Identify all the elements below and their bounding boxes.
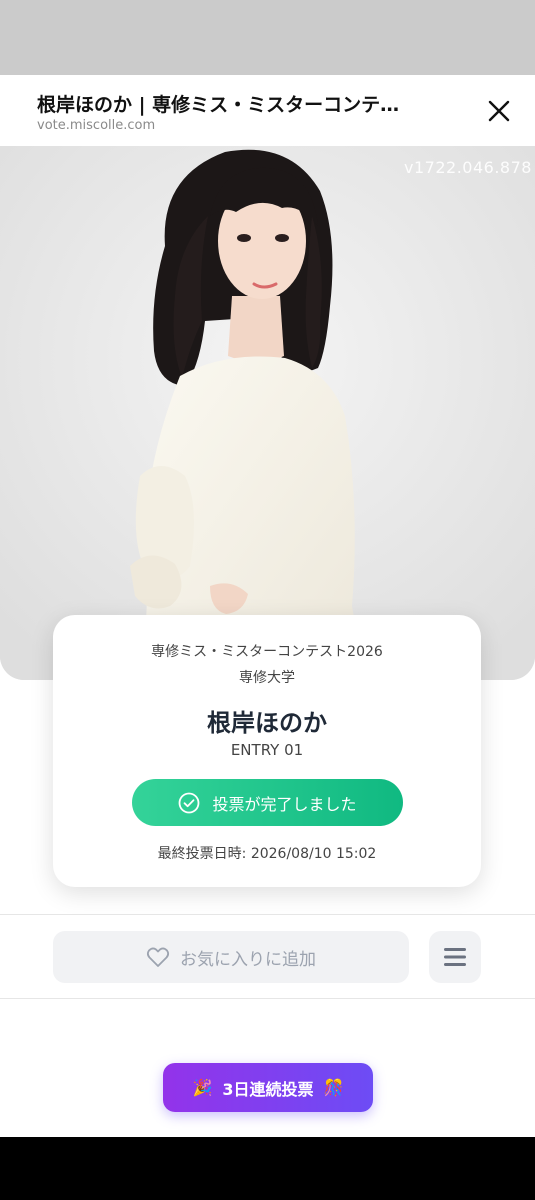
divider-bottom — [0, 998, 535, 999]
entry-number: ENTRY 01 — [230, 741, 304, 759]
check-circle-icon — [179, 792, 200, 813]
page-url: vote.miscolle.com — [37, 118, 156, 133]
profile-photo: v1722.046.878 v1722.046.878 — [0, 146, 535, 680]
add-favorite-button[interactable]: お気に入りに追加 — [53, 931, 409, 983]
page-title: 根岸ほのか | 専修ミス・ミスターコンテスト2026 — [37, 94, 409, 116]
portrait-image — [0, 146, 535, 680]
last-vote-time: 最終投票日時: 2026/08/10 15:02 — [157, 846, 377, 862]
school-name: 専修大学 — [239, 670, 295, 686]
add-favorite-label: お気に入りに追加 — [180, 949, 316, 970]
streak-vote-button[interactable]: 🎉 3日連続投票 🎊 — [163, 1063, 373, 1112]
close-button[interactable] — [484, 96, 514, 126]
menu-icon — [444, 948, 466, 966]
party-popper-icon: 🎉 — [192, 1078, 213, 1097]
heart-outline-icon — [146, 947, 170, 967]
sheet-backdrop — [0, 0, 535, 75]
menu-button[interactable] — [429, 931, 481, 983]
contest-name: 専修ミス・ミスターコンテスト2026 — [151, 644, 383, 660]
close-icon — [488, 100, 510, 122]
watermark-top: v1722.046.878 — [404, 158, 532, 177]
confetti-ball-icon: 🎊 — [323, 1078, 344, 1097]
contestant-name: 根岸ほのか — [207, 709, 327, 737]
streak-vote-label: 3日連続投票 — [222, 1079, 314, 1099]
system-nav-bar — [0, 1137, 535, 1200]
divider-top — [0, 914, 535, 915]
vote-complete-button[interactable]: 投票が完了しました — [132, 779, 403, 826]
vote-complete-label: 投票が完了しました — [212, 794, 357, 814]
entry-card: 専修ミス・ミスターコンテスト2026 専修大学 根岸ほのか ENTRY 01 投… — [53, 615, 481, 887]
